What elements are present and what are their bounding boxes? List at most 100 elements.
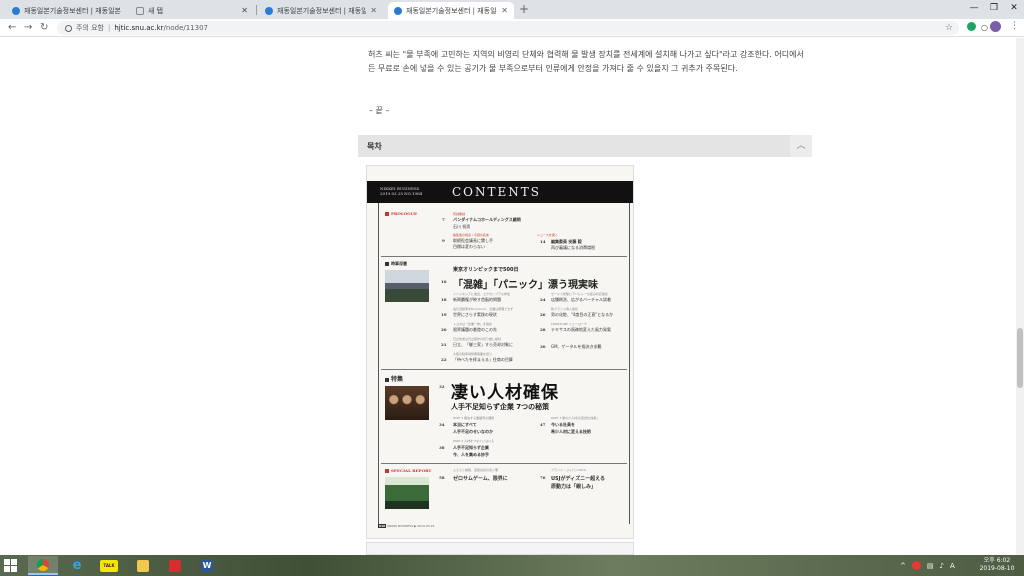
scrollbar-thumb[interactable]	[1017, 328, 1023, 388]
feature-title: 今いる社員を	[551, 422, 575, 427]
page-number: 34	[439, 422, 445, 427]
url-host[interactable]: hjtic.snu.ac.kr	[114, 24, 163, 32]
site-favicon-icon	[12, 6, 20, 15]
taskbar-chrome[interactable]	[28, 556, 58, 575]
page-number: 22	[441, 357, 447, 362]
feature-kicker: PART 3 優れた人材の活性化[採用]	[551, 416, 598, 420]
info-icon[interactable]	[65, 24, 72, 32]
internet-explorer-icon: e	[72, 557, 82, 573]
tab-close-icon[interactable]: ✕	[370, 6, 377, 15]
extension-icon[interactable]	[967, 22, 976, 31]
current-affairs-tag: 時事深層	[385, 261, 407, 267]
toc-header[interactable]: 목차 ︿	[358, 135, 812, 157]
prologue-title: バンダイナムコホールディングス顧問	[453, 217, 521, 222]
browser-menu-icon[interactable]: ⋮	[1010, 21, 1019, 31]
feature-tag: 特集	[385, 374, 403, 383]
taskbar-file-explorer[interactable]	[128, 556, 158, 575]
system-clock[interactable]: 오후 6:02 2019-08-10	[975, 557, 1019, 573]
report-sub: 原動力は「親しみ」	[551, 484, 597, 490]
prologue-kicker: ニュースを突く	[537, 233, 558, 237]
acrobat-icon	[169, 559, 181, 572]
page-number: 19	[441, 312, 447, 317]
feature-sub: 希少人材に変える技術	[551, 429, 591, 434]
news-title: テキサスの過疎地変えた風力発電	[551, 327, 611, 332]
page-number: 26	[540, 312, 546, 317]
tab-close-icon[interactable]: ✕	[241, 6, 248, 15]
prologue-kicker: 編集長の視点 / 今週の名言	[453, 233, 489, 237]
magazine-footer: 010 NIKKEI BUSINESS ▶ 2019.03.25	[378, 524, 434, 528]
news-kicker: 大型の駐車場整備事業を巡り	[453, 352, 493, 356]
feature-kicker: PART 1 解決する業績界の課題	[453, 416, 495, 420]
news-title: 限界議題の着陸のこの先	[453, 327, 497, 332]
tray-expand-icon[interactable]: ^	[900, 562, 906, 570]
browser-tab-2[interactable]: 새 탭 ✕	[130, 2, 254, 19]
forward-arrow-icon[interactable]: →	[24, 20, 32, 36]
article-paragraph: 허츠 씨는 "물 부족에 고민하는 지역의 비영리 단체와 협력해 물 발생 장…	[368, 50, 804, 73]
magazine-contents-image: NIKKEI BUSINESS 2019.03.25 NO.1984 CONTE…	[366, 165, 634, 539]
tab-close-icon[interactable]: ✕	[501, 6, 508, 15]
back-arrow-icon[interactable]: ←	[8, 20, 16, 36]
news-kicker: 新ブランド導入強化	[551, 307, 579, 311]
browser-tab-4-active[interactable]: 재동일본기술정보센터 | 재동일본 ✕	[388, 2, 514, 19]
maximize-icon[interactable]: ❐	[987, 3, 1001, 13]
feature-sub: 今、人を集める妙手	[453, 452, 489, 457]
news-kicker: 日立化成は日立製作の切り離し検討	[453, 337, 502, 341]
report-kicker: ふるさと納税、宮阪島県の功と罪	[453, 468, 499, 472]
ime-icon[interactable]: A	[950, 562, 955, 570]
word-icon: W	[201, 559, 213, 572]
page-number: 24	[540, 297, 546, 302]
page-number: 28	[540, 327, 546, 332]
new-tab-favicon-icon	[136, 6, 144, 15]
bookmark-star-icon[interactable]: ☆	[945, 23, 953, 33]
url-path[interactable]: /node/11307	[164, 24, 208, 32]
page-number: 7	[442, 217, 445, 222]
security-label[interactable]: 주의 요함	[76, 23, 104, 33]
address-bar[interactable]: 주의 요함 | hjtic.snu.ac.kr /node/11307 ☆	[57, 21, 959, 35]
site-favicon-icon	[394, 6, 402, 15]
game-photo	[385, 477, 429, 509]
report-title: ゼロサムゲーム、限界に	[453, 476, 508, 482]
folder-icon	[137, 559, 149, 572]
page-number: 20	[441, 327, 447, 332]
feature-kicker: PART 2 人材をつなぐにはいる	[453, 439, 495, 443]
magazine-title: CONTENTS	[452, 185, 542, 199]
taskbar-word[interactable]: W	[192, 556, 222, 575]
page-scrollbar[interactable]	[1016, 38, 1024, 555]
profile-avatar[interactable]	[990, 21, 1001, 32]
clock-date: 2019-08-10	[979, 565, 1015, 572]
feature-headline: 凄い人材確保	[451, 383, 559, 403]
feature-subheadline: 人手不足知らず企業 7つの秘策	[451, 403, 550, 411]
window-close-icon[interactable]: ✕	[1007, 3, 1021, 13]
taskbar-ie[interactable]: e	[62, 556, 92, 575]
page-number: 30	[540, 344, 546, 349]
minimize-icon[interactable]: —	[967, 3, 981, 13]
toc-label: 목차	[367, 142, 382, 151]
prologue-sub: 目標は変わらない	[453, 244, 485, 249]
page-viewport: 허츠 씨는 "물 부족에 고민하는 지역의 비영리 단체와 협력해 물 발생 장…	[0, 38, 1016, 555]
v3-antivirus-icon[interactable]	[911, 561, 921, 570]
tab-title: 재동일본기술정보센터 | 재동일본	[277, 6, 367, 15]
prologue-sub: 石川 祝男	[453, 224, 471, 229]
news-kicker: トヨタは「企業一体」を強化	[453, 322, 493, 326]
prologue-kicker: 有訓無訓	[453, 212, 466, 216]
section-rule	[381, 256, 627, 257]
news-title: 男の化粧、"4度目の正直"となるか	[551, 312, 614, 317]
prologue-sub: 再び審議になる消費増税	[551, 245, 595, 250]
news-title: GM、ゲータルを指決き非難	[551, 344, 602, 349]
report-kicker: ブランド・ジャパン2019	[551, 468, 586, 472]
browser-tab-3[interactable]: 재동일본기술정보센터 | 재동일본 ✕	[259, 2, 383, 19]
page-number: 14	[540, 239, 546, 244]
chevron-up-icon[interactable]: ︿	[790, 135, 812, 157]
reload-icon[interactable]: ↻	[40, 20, 48, 36]
taskbar-acrobat[interactable]	[160, 556, 190, 575]
page-number: 21	[441, 342, 447, 347]
feature-title: 人手不足知らず企業	[453, 445, 489, 450]
extension-circle-icon[interactable]: ○	[981, 23, 988, 32]
lead-headline: 「混雑」「パニック」漂う現実味	[453, 280, 598, 291]
windows-start-icon[interactable]	[4, 559, 17, 572]
magazine-header: NIKKEI BUSINESS 2019.03.25 NO.1984 CONTE…	[367, 181, 633, 203]
volume-icon[interactable]: ♪	[940, 562, 944, 570]
new-tab-button[interactable]: +	[519, 2, 529, 16]
network-icon[interactable]: ▤	[927, 562, 934, 570]
taskbar-kakaotalk[interactable]: TALK	[94, 556, 124, 575]
